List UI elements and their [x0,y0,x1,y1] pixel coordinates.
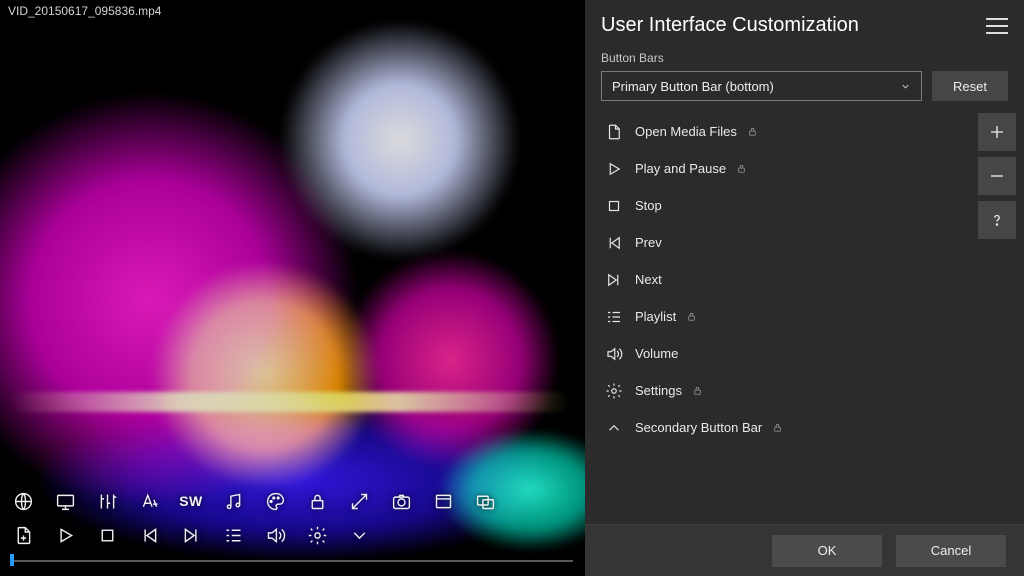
equalizer-icon[interactable] [94,488,120,514]
player-toolbar-primary [10,522,372,548]
remove-button[interactable] [978,157,1016,195]
panel-title: User Interface Customization [601,14,859,37]
customization-panel: User Interface Customization Button Bars… [585,0,1024,576]
font-icon[interactable] [136,488,162,514]
display-icon[interactable] [52,488,78,514]
playlist-icon [605,308,623,326]
list-item-label: Settings [635,383,682,398]
button-bar-dropdown[interactable]: Primary Button Bar (bottom) [601,71,922,101]
chevron-down-icon[interactable] [346,522,372,548]
lock-icon[interactable] [304,488,330,514]
window-icon[interactable] [430,488,456,514]
open-file-icon[interactable] [10,522,36,548]
list-item[interactable]: Open Media Files [585,113,970,150]
lock-icon [686,311,697,322]
camera-icon[interactable] [388,488,414,514]
stop-icon [605,197,623,215]
file-icon [605,123,623,141]
volume-icon[interactable] [262,522,288,548]
panel-footer: OK Cancel [585,524,1024,576]
windows-icon[interactable] [472,488,498,514]
list-item[interactable]: Settings [585,372,970,409]
palette-icon[interactable] [262,488,288,514]
expand-icon[interactable] [346,488,372,514]
video-pane: VID_20150617_095836.mp4 SW [0,0,585,576]
gear-icon[interactable] [304,522,330,548]
lock-icon [736,163,747,174]
lock-icon [692,385,703,396]
reset-button[interactable]: Reset [932,71,1008,101]
dropdown-value: Primary Button Bar (bottom) [612,79,774,94]
list-item-label: Stop [635,198,662,213]
button-list: Open Media Files Play and Pause Stop Prev Ne… [585,113,970,446]
section-label: Button Bars [585,43,1024,71]
next-icon[interactable] [178,522,204,548]
list-item-label: Next [635,272,662,287]
gear-icon [605,382,623,400]
volume-icon [605,345,623,363]
list-item[interactable]: Play and Pause [585,150,970,187]
playlist-icon[interactable] [220,522,246,548]
chevron-down-icon [900,81,911,92]
ok-button[interactable]: OK [772,535,882,567]
list-item[interactable]: Next [585,261,970,298]
cancel-button[interactable]: Cancel [896,535,1006,567]
seek-thumb[interactable] [10,554,14,566]
lock-icon [747,126,758,137]
hamburger-icon[interactable] [986,18,1008,34]
list-item-label: Volume [635,346,678,361]
list-item[interactable]: Playlist [585,298,970,335]
lock-icon [772,422,783,433]
list-item-label: Playlist [635,309,676,324]
list-item-label: Play and Pause [635,161,726,176]
list-item-label: Secondary Button Bar [635,420,762,435]
seek-track[interactable] [12,560,573,562]
help-button[interactable] [978,201,1016,239]
sw-toggle[interactable]: SW [178,488,204,514]
collapse-icon [605,419,623,437]
list-item[interactable]: Stop [585,187,970,224]
list-item-label: Prev [635,235,662,250]
globe-icon[interactable] [10,488,36,514]
prev-icon [605,234,623,252]
next-icon [605,271,623,289]
prev-icon[interactable] [136,522,162,548]
play-icon[interactable] [52,522,78,548]
list-item[interactable]: Secondary Button Bar [585,409,970,446]
music-icon[interactable] [220,488,246,514]
video-filename: VID_20150617_095836.mp4 [8,4,161,18]
player-toolbar-secondary: SW [10,488,498,514]
play-icon [605,160,623,178]
list-item[interactable]: Volume [585,335,970,372]
stop-icon[interactable] [94,522,120,548]
list-item[interactable]: Prev [585,224,970,261]
add-button[interactable] [978,113,1016,151]
list-item-label: Open Media Files [635,124,737,139]
